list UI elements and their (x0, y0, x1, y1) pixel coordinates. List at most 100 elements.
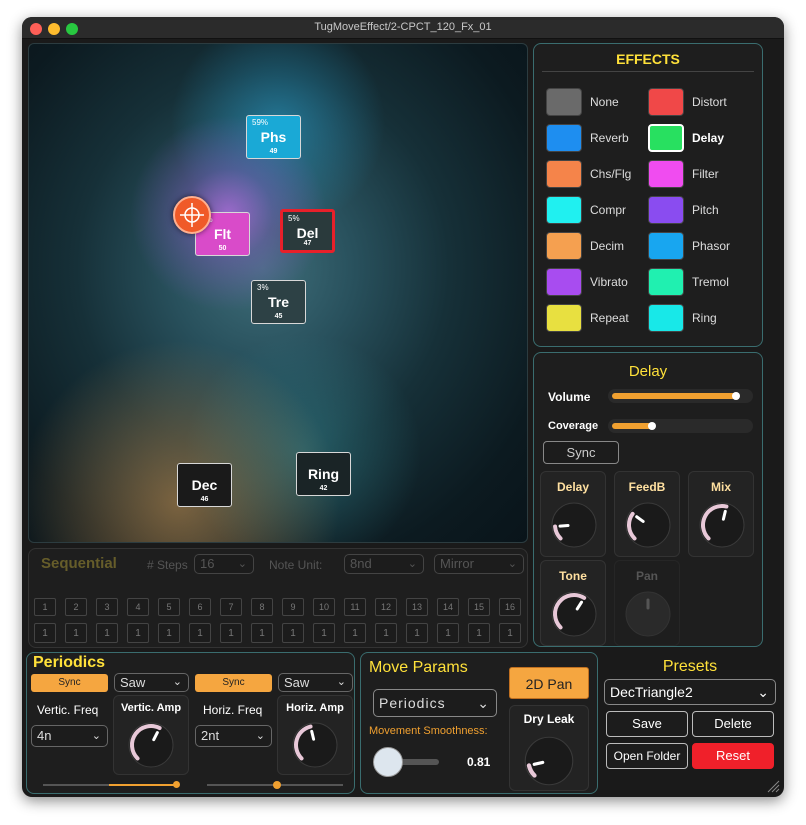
step-number[interactable]: 11 (344, 598, 366, 616)
mix-knob[interactable] (697, 500, 747, 550)
dry-leak-knob[interactable] (522, 734, 576, 788)
effect-swatch[interactable] (546, 304, 582, 332)
vertical-phase-thumb[interactable] (173, 781, 180, 788)
steps-select[interactable]: 16 ⌄ (194, 554, 254, 574)
effect-tile-ring[interactable]: Ring 42 (296, 452, 351, 496)
step-number[interactable]: 16 (499, 598, 521, 616)
step-number[interactable]: 4 (127, 598, 149, 616)
step-number[interactable]: 12 (375, 598, 397, 616)
delay-sync-button[interactable]: Sync (543, 441, 619, 464)
horizontal-phase-thumb[interactable] (273, 781, 281, 789)
volume-slider-thumb[interactable] (731, 392, 740, 400)
step-number[interactable]: 1 (34, 598, 56, 616)
effect-swatch[interactable] (546, 268, 582, 296)
step-value[interactable]: 1 (344, 623, 366, 643)
effect-label: None (590, 95, 619, 109)
vertical-freq-select[interactable]: 4n ⌄ (31, 725, 108, 747)
xy-pad[interactable]: 59% Phs 49 3% Flt 50 5% Del 47 3% Tre 45… (28, 43, 528, 543)
effect-swatch[interactable] (546, 196, 582, 224)
resize-grip-icon[interactable] (766, 779, 780, 793)
effect-tile-dec[interactable]: Dec 46 (177, 463, 232, 507)
vertical-phase-slider[interactable] (43, 781, 180, 788)
effect-label: Delay (692, 131, 725, 145)
delay-knob[interactable] (549, 500, 599, 550)
step-value[interactable]: 1 (220, 623, 242, 643)
step-value[interactable]: 1 (282, 623, 304, 643)
step-number[interactable]: 7 (220, 598, 242, 616)
delete-preset-button[interactable]: Delete (692, 711, 774, 737)
step-number[interactable]: 3 (96, 598, 118, 616)
step-number[interactable]: 10 (313, 598, 335, 616)
step-number[interactable]: 9 (282, 598, 304, 616)
step-value[interactable]: 1 (65, 623, 87, 643)
horizontal-amp-knob[interactable] (290, 720, 340, 770)
step-number[interactable]: 13 (406, 598, 428, 616)
tone-knob[interactable] (549, 589, 599, 639)
effect-swatch[interactable] (648, 160, 684, 188)
step-value[interactable]: 1 (313, 623, 335, 643)
effect-swatch[interactable] (648, 124, 684, 152)
effect-tile-del[interactable]: 5% Del 47 (280, 209, 335, 253)
movement-mode-select[interactable]: Periodics ⌄ (373, 689, 497, 717)
step-value[interactable]: 1 (437, 623, 459, 643)
step-value[interactable]: 1 (468, 623, 490, 643)
horizontal-sync-button[interactable]: Sync (195, 674, 272, 692)
window-title: TugMoveEffect/2-CPCT_120_Fx_01 (314, 21, 492, 33)
feedb-knob[interactable] (623, 500, 673, 550)
sequence-mode-select[interactable]: Mirror ⌄ (434, 554, 524, 574)
step-number[interactable]: 6 (189, 598, 211, 616)
horizontal-freq-select[interactable]: 2nt ⌄ (195, 725, 272, 747)
position-crosshair-handle[interactable] (173, 196, 211, 234)
vertical-wave-select[interactable]: Saw ⌄ (114, 673, 189, 692)
vertical-amp-knob[interactable] (126, 720, 176, 770)
divider (542, 71, 754, 72)
note-unit-select[interactable]: 8nd ⌄ (344, 554, 424, 574)
effect-tile-phs[interactable]: 59% Phs 49 (246, 115, 301, 159)
save-preset-button[interactable]: Save (606, 711, 688, 737)
open-folder-button[interactable]: Open Folder (606, 743, 688, 769)
effect-swatch[interactable] (546, 124, 582, 152)
effect-tile-tre[interactable]: 3% Tre 45 (251, 280, 306, 324)
horizontal-wave-value: Saw (284, 675, 310, 690)
effect-swatch[interactable] (648, 232, 684, 260)
pan-knob[interactable] (623, 589, 673, 639)
step-number[interactable]: 15 (468, 598, 490, 616)
effect-label: Ring (692, 311, 717, 325)
vertical-sync-button[interactable]: Sync (31, 674, 108, 692)
knob-box-pan: Pan (614, 560, 680, 646)
effect-swatch[interactable] (648, 88, 684, 116)
movement-smoothness-thumb[interactable] (373, 747, 403, 777)
step-number[interactable]: 5 (158, 598, 180, 616)
step-value[interactable]: 1 (96, 623, 118, 643)
horizontal-wave-select[interactable]: Saw ⌄ (278, 673, 353, 692)
coverage-slider[interactable] (608, 419, 753, 433)
horizontal-phase-slider[interactable] (207, 781, 343, 789)
chevron-down-icon: ⌄ (757, 684, 769, 700)
effect-swatch[interactable] (546, 160, 582, 188)
effect-swatch[interactable] (648, 268, 684, 296)
step-value[interactable]: 1 (189, 623, 211, 643)
step-value[interactable]: 1 (499, 623, 521, 643)
step-value[interactable]: 1 (406, 623, 428, 643)
preset-select[interactable]: DecTriangle2 ⌄ (604, 679, 776, 705)
dry-leak-knob-box: Dry Leak (509, 705, 589, 791)
step-value[interactable]: 1 (251, 623, 273, 643)
knob-box-feedb: FeedB (614, 471, 680, 557)
step-value[interactable]: 1 (34, 623, 56, 643)
coverage-slider-thumb[interactable] (647, 422, 656, 430)
effect-swatch[interactable] (546, 232, 582, 260)
step-number[interactable]: 14 (437, 598, 459, 616)
step-value[interactable]: 1 (158, 623, 180, 643)
volume-slider[interactable] (608, 389, 753, 403)
step-number[interactable]: 8 (251, 598, 273, 616)
effect-swatch[interactable] (546, 88, 582, 116)
movement-smoothness-slider[interactable] (373, 747, 439, 777)
step-value[interactable]: 1 (375, 623, 397, 643)
step-number[interactable]: 2 (65, 598, 87, 616)
reset-button[interactable]: Reset (692, 743, 774, 769)
knob-label: Pan (635, 569, 658, 583)
2d-pan-button[interactable]: 2D Pan (509, 667, 589, 699)
effect-swatch[interactable] (648, 196, 684, 224)
effect-swatch[interactable] (648, 304, 684, 332)
step-value[interactable]: 1 (127, 623, 149, 643)
